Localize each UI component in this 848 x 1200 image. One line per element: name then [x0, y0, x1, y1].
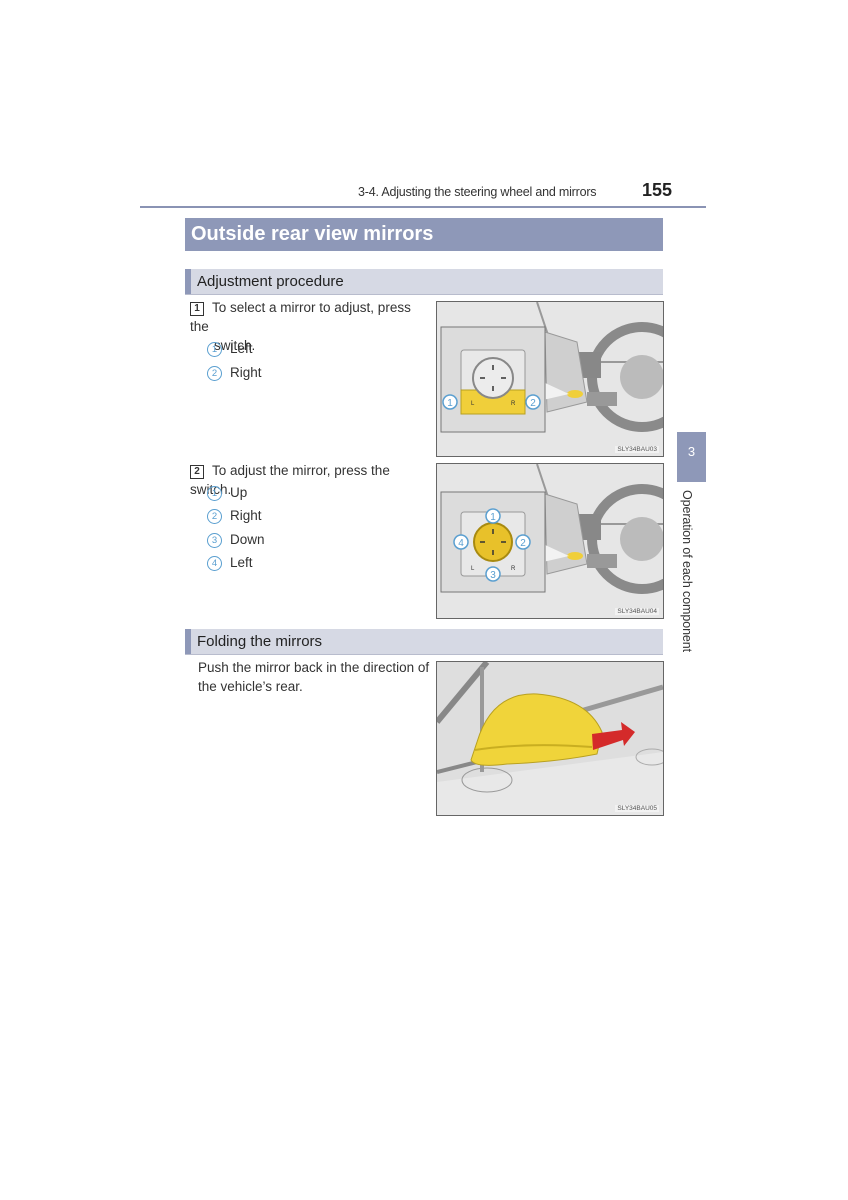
svg-text:R: R: [511, 566, 516, 572]
step-number-badge: 2: [190, 465, 204, 479]
item-label: Right: [230, 508, 262, 523]
figure-code: SLY34BAU04: [615, 608, 659, 615]
dashboard-illustration: L R 1 2 3 4: [437, 464, 663, 618]
item-label: Left: [230, 555, 253, 570]
figure-mirror-select-switch: L R 1 2 SLY34BAU03: [436, 301, 664, 457]
list-item: 1 Left: [207, 341, 253, 357]
item-label: Left: [230, 341, 253, 356]
folding-instructions: Push the mirror back in the direction of…: [198, 658, 433, 696]
list-item: 4 Left: [207, 555, 253, 571]
figure-mirror-adjust-switch: L R 1 2 3 4 SLY34BAU04: [436, 463, 664, 619]
item-label: Right: [230, 365, 262, 380]
page-number: 155: [642, 180, 673, 200]
item-label: Down: [230, 532, 265, 547]
header-divider: [140, 206, 706, 208]
paragraph-line: the vehicle’s rear.: [198, 679, 303, 694]
circled-number: 2: [207, 509, 222, 524]
page-title: Outside rear view mirrors: [185, 218, 663, 251]
circled-number: 3: [207, 533, 222, 548]
list-item: 1 Up: [207, 485, 247, 501]
paragraph-line: Push the mirror back in the direction of: [198, 660, 430, 675]
list-item: 2 Right: [207, 365, 262, 381]
figure-code: SLY34BAU05: [615, 805, 659, 812]
item-label: Up: [230, 485, 248, 500]
circled-number: 4: [207, 556, 222, 571]
dashboard-illustration: L R 1 2: [437, 302, 663, 456]
section-title-folding: Folding the mirrors: [185, 629, 663, 655]
chapter-label: Operation of each component: [680, 490, 694, 652]
list-item: 2 Right: [207, 508, 262, 524]
list-item: 3 Down: [207, 532, 265, 548]
svg-text:1: 1: [447, 398, 453, 409]
circled-number: 2: [207, 366, 222, 381]
figure-code: SLY34BAU03: [615, 446, 659, 453]
chapter-tab[interactable]: 3: [677, 432, 706, 482]
figure-mirror-folding: SLY34BAU05: [436, 661, 664, 816]
svg-text:R: R: [511, 401, 516, 407]
svg-text:3: 3: [490, 570, 496, 581]
step-number-badge: 1: [190, 302, 204, 316]
svg-text:2: 2: [530, 398, 536, 409]
svg-text:2: 2: [520, 538, 526, 549]
section-header: 3-4. Adjusting the steering wheel and mi…: [358, 185, 597, 199]
circled-number: 1: [207, 342, 222, 357]
circled-number: 1: [207, 486, 222, 501]
step-text: To select a mirror to adjust, press the: [190, 300, 411, 334]
mirror-illustration: [437, 662, 663, 815]
section-title-adjustment: Adjustment procedure: [185, 269, 663, 295]
svg-text:4: 4: [458, 538, 464, 549]
svg-text:1: 1: [490, 512, 496, 523]
